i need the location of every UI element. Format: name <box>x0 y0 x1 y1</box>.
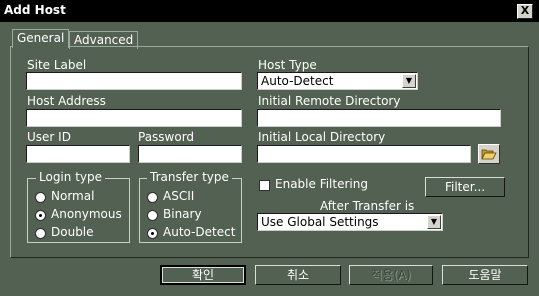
host-address-label: Host Address <box>27 94 106 108</box>
password-label: Password <box>138 130 195 144</box>
tab-general[interactable]: General <box>12 29 70 48</box>
login-anonymous-label[interactable]: Anonymous <box>51 207 122 221</box>
login-anonymous-radio[interactable] <box>35 210 46 221</box>
enable-filtering-checkbox[interactable] <box>259 180 270 191</box>
close-icon: X <box>520 4 530 17</box>
host-type-select[interactable]: Auto-Detect ▼ <box>257 72 418 90</box>
after-transfer-label: After Transfer is <box>320 199 415 213</box>
help-button[interactable]: 도움말 <box>442 265 528 285</box>
user-id-label: User ID <box>27 130 71 144</box>
transfer-binary-label[interactable]: Binary <box>163 207 202 221</box>
login-type-title: Login type <box>36 170 105 184</box>
add-host-dialog: Add Host X General Advanced Site Label H… <box>0 0 539 296</box>
window-title: Add Host <box>4 3 66 17</box>
transfer-ascii-label[interactable]: ASCII <box>163 189 194 203</box>
filter-button[interactable]: Filter... <box>425 177 505 197</box>
chevron-down-icon[interactable]: ▼ <box>402 74 416 88</box>
user-id-input[interactable] <box>26 145 130 163</box>
login-normal-label[interactable]: Normal <box>51 189 94 203</box>
remote-dir-label: Initial Remote Directory <box>258 94 401 108</box>
transfer-auto-detect-label[interactable]: Auto-Detect <box>163 225 235 239</box>
host-address-input[interactable] <box>26 109 242 127</box>
enable-filtering-label[interactable]: Enable Filtering <box>275 177 368 191</box>
title-bar: Add Host X <box>0 0 539 22</box>
transfer-auto-detect-radio[interactable] <box>147 228 158 239</box>
apply-button: 적용(A) <box>349 265 433 285</box>
local-dir-input[interactable] <box>257 145 471 163</box>
close-button[interactable]: X <box>517 4 533 19</box>
site-label-input[interactable] <box>26 72 242 90</box>
ok-button[interactable]: 확인 <box>160 265 246 285</box>
site-label-label: Site Label <box>27 58 87 72</box>
browse-local-dir-button[interactable] <box>478 144 500 164</box>
host-type-value: Auto-Detect <box>261 74 334 88</box>
login-double-radio[interactable] <box>35 228 46 239</box>
transfer-binary-radio[interactable] <box>147 210 158 221</box>
remote-dir-input[interactable] <box>257 109 501 127</box>
tab-advanced-label: Advanced <box>74 33 134 47</box>
transfer-ascii-radio[interactable] <box>147 192 158 203</box>
chevron-down-icon[interactable]: ▼ <box>427 215 441 229</box>
login-normal-radio[interactable] <box>35 192 46 203</box>
login-double-label[interactable]: Double <box>51 225 94 239</box>
password-input[interactable] <box>138 145 242 163</box>
tab-general-label: General <box>17 31 65 45</box>
local-dir-label: Initial Local Directory <box>258 130 386 144</box>
after-transfer-value: Use Global Settings <box>261 215 379 229</box>
host-type-label: Host Type <box>258 58 317 72</box>
open-folder-icon <box>481 149 497 160</box>
after-transfer-select[interactable]: Use Global Settings ▼ <box>257 213 443 231</box>
cancel-button[interactable]: 취소 <box>255 265 341 285</box>
transfer-type-title: Transfer type <box>147 170 232 184</box>
